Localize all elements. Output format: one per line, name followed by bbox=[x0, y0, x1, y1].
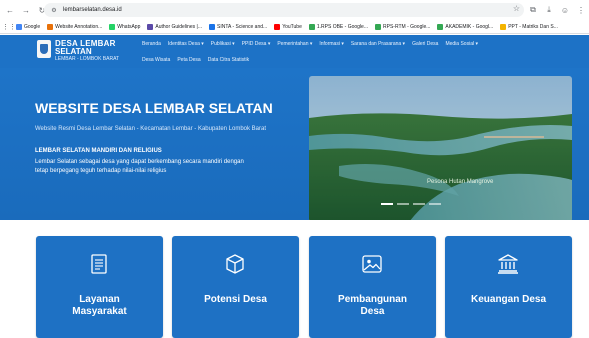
bookmark-star-icon[interactable]: ☆ bbox=[513, 4, 520, 13]
menu-item[interactable]: Informasi ▾ bbox=[319, 41, 343, 47]
village-logo-icon[interactable] bbox=[37, 40, 51, 58]
bookmark-item[interactable]: Website Annotation... bbox=[47, 23, 103, 30]
card-label: Layanan Masyarakat bbox=[72, 294, 127, 317]
bookmark-favicon-icon bbox=[16, 23, 22, 30]
bookmark-label: SINTA - Science and... bbox=[216, 23, 268, 30]
image-icon bbox=[362, 255, 382, 273]
slider-dot[interactable] bbox=[381, 203, 393, 205]
hero-motto: LEMBAR SELATAN MANDIRI DAN RELIGIUS bbox=[35, 148, 162, 154]
bookmark-item[interactable]: AKADEMIK - Googl... bbox=[437, 23, 494, 30]
bookmark-label: Author Guidelines |... bbox=[155, 23, 202, 30]
menu-item[interactable]: Sarana dan Prasarana ▾ bbox=[351, 41, 405, 47]
bookmark-item[interactable]: Google bbox=[16, 23, 41, 30]
bookmark-favicon-icon bbox=[437, 23, 444, 30]
brand-line3: LEMBAR - LOMBOK BARAT bbox=[55, 56, 120, 62]
bookmark-favicon-icon bbox=[147, 23, 154, 30]
bookmark-label: Google bbox=[24, 23, 41, 30]
bookmark-item[interactable]: 1.RPS OBE - Google... bbox=[308, 23, 368, 30]
card-layanan-masyarakat[interactable]: Layanan Masyarakat bbox=[36, 236, 163, 338]
card-pembangunan-desa[interactable]: Pembangunan Desa bbox=[309, 236, 436, 338]
bookmarks-bar: ⋮⋮ Google Website Annotation... WhatsApp Au… bbox=[0, 20, 589, 34]
menu-item[interactable]: Media Sosial ▾ bbox=[445, 41, 478, 47]
menu-item[interactable]: Beranda bbox=[142, 41, 161, 47]
apps-grid-icon[interactable]: ⋮⋮ bbox=[2, 23, 16, 31]
card-keuangan-desa[interactable]: Keuangan Desa bbox=[445, 236, 572, 338]
menu-item[interactable]: Publikasi ▾ bbox=[211, 41, 235, 47]
menu-item[interactable]: Peta Desa bbox=[177, 57, 200, 63]
bookmark-favicon-icon bbox=[274, 23, 281, 30]
bookmark-label: AKADEMIK - Googl... bbox=[445, 23, 494, 30]
bookmark-item[interactable]: WhatsApp bbox=[109, 23, 141, 30]
main-menu-row2: Desa Wisata Peta Desa Data Citra Statistik bbox=[142, 57, 249, 63]
menu-item[interactable]: Desa Wisata bbox=[142, 57, 170, 63]
card-potensi-desa[interactable]: Potensi Desa bbox=[172, 236, 299, 338]
menu-item[interactable]: Data Citra Statistik bbox=[208, 57, 249, 63]
bookmark-label: Website Annotation... bbox=[55, 23, 103, 30]
menu-item[interactable]: Galeri Desa bbox=[412, 41, 438, 47]
hero-description: Lembar Selatan sebagai desa yang dapat b… bbox=[35, 158, 244, 176]
bookmark-item[interactable]: YouTube bbox=[274, 23, 302, 30]
back-icon[interactable]: ← bbox=[4, 4, 16, 16]
site-navbar: DESA LEMBAR SELATAN LEMBAR - LOMBOK BARA… bbox=[0, 35, 589, 68]
extensions-icon[interactable]: ⧉ bbox=[527, 3, 539, 17]
bookmark-label: WhatsApp bbox=[117, 23, 141, 30]
site-info-icon[interactable]: ⚙ bbox=[48, 4, 60, 16]
hero-section: WEBSITE DESA LEMBAR SELATAN Website Resm… bbox=[0, 68, 589, 222]
hero-subtitle: Website Resmi Desa Lembar Selatan - Keca… bbox=[35, 126, 267, 132]
bookmark-label: 1.RPS OBE - Google... bbox=[316, 23, 368, 30]
bookmark-favicon-icon bbox=[208, 23, 215, 30]
slider-dot[interactable] bbox=[413, 203, 425, 205]
document-list-icon bbox=[91, 254, 107, 274]
forward-icon[interactable]: → bbox=[20, 4, 32, 16]
image-slider[interactable]: Pesona Hutan Mangrove bbox=[309, 76, 572, 222]
mangrove-photo bbox=[309, 76, 572, 222]
bookmark-label: YouTube bbox=[282, 23, 302, 30]
bookmark-favicon-icon bbox=[375, 23, 381, 30]
menu-item[interactable]: Pemerintahan ▾ bbox=[277, 41, 312, 47]
hero-description-line2: tetap berpegang teguh terhadap nilai-nil… bbox=[35, 168, 167, 174]
hero-description-line1: Lembar Selatan sebagai desa yang dapat b… bbox=[35, 159, 244, 165]
menu-item[interactable]: PPID Desa ▾ bbox=[242, 41, 271, 47]
bookmark-favicon-icon bbox=[109, 23, 116, 30]
bookmark-item[interactable]: SINTA - Science and... bbox=[208, 23, 268, 30]
slider-indicators bbox=[381, 203, 441, 205]
profile-icon[interactable]: ☺ bbox=[559, 3, 571, 17]
slider-dot[interactable] bbox=[429, 203, 441, 205]
bookmark-label: RPS-RTM - Google... bbox=[383, 23, 431, 30]
menu-item[interactable]: Identitas Desa ▾ bbox=[168, 41, 204, 47]
hero-title: WEBSITE DESA LEMBAR SELATAN bbox=[35, 100, 273, 116]
brand-line2[interactable]: SELATAN bbox=[55, 47, 92, 56]
card-label: Potensi Desa bbox=[204, 294, 267, 305]
card-label: Pembangunan Desa bbox=[338, 294, 407, 317]
card-label: Keuangan Desa bbox=[470, 294, 547, 305]
bookmark-item[interactable]: RPS-RTM - Google... bbox=[375, 23, 431, 30]
bookmark-favicon-icon bbox=[500, 23, 507, 30]
bank-icon bbox=[498, 254, 518, 274]
cube-icon bbox=[226, 254, 244, 274]
main-menu-row1: Beranda Identitas Desa ▾ Publikasi ▾ PPID D… bbox=[142, 41, 478, 47]
bookmark-favicon-icon bbox=[308, 23, 315, 30]
slider-dot[interactable] bbox=[397, 203, 409, 205]
bookmark-favicon-icon bbox=[47, 23, 54, 30]
bookmark-label: PPT - Matriks Dan S... bbox=[508, 23, 558, 30]
menu-icon[interactable]: ⋮ bbox=[575, 3, 587, 17]
bookmark-item[interactable]: PPT - Matriks Dan S... bbox=[500, 23, 558, 30]
url-text[interactable]: lembarselatan.desa.id bbox=[63, 7, 122, 13]
address-bar[interactable]: ⚙ lembarselatan.desa.id ☆ bbox=[44, 3, 524, 17]
download-icon[interactable]: ⤓ bbox=[543, 3, 555, 17]
toolbar-actions: ⧉ ⤓ ☺ ⋮ bbox=[527, 3, 587, 17]
slide-caption: Pesona Hutan Mangrove bbox=[427, 179, 494, 185]
bookmark-item[interactable]: Author Guidelines |... bbox=[147, 23, 202, 30]
